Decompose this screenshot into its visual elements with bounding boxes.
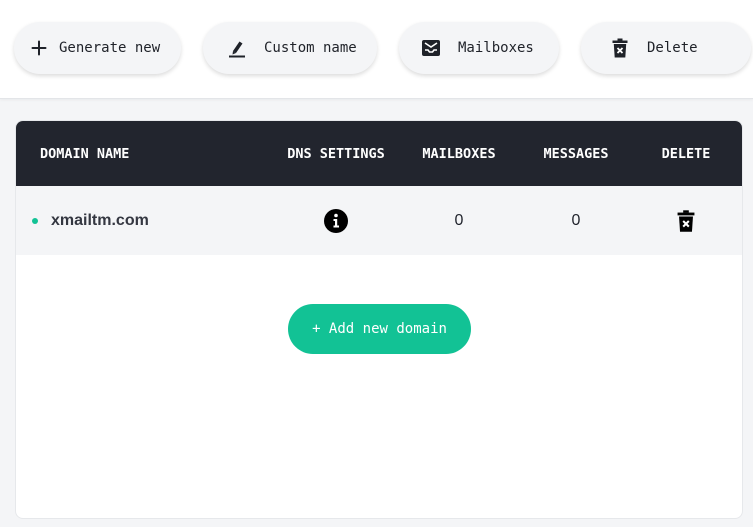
dns-settings-cell xyxy=(276,186,396,255)
trash-icon[interactable] xyxy=(677,209,695,233)
mailboxes-count: 0 xyxy=(454,211,464,229)
generate-new-button[interactable]: Generate new xyxy=(14,22,181,74)
plus-icon xyxy=(29,38,49,58)
status-dot xyxy=(32,217,38,224)
pen-icon xyxy=(227,38,247,58)
top-toolbar: Generate new Custom name Mailboxes Delet… xyxy=(0,0,753,99)
generate-new-label: Generate new xyxy=(59,40,161,56)
add-new-domain-button[interactable]: + Add new domain xyxy=(288,304,471,354)
header-delete: DELETE xyxy=(661,145,711,162)
messages-count: 0 xyxy=(571,211,581,229)
header-mailboxes: MAILBOXES xyxy=(422,145,496,162)
table-row: xmailtm.com 0 0 xyxy=(16,186,742,255)
domain-cell: xmailtm.com xyxy=(32,186,149,255)
header-dns-settings: DNS SETTINGS xyxy=(287,145,385,162)
delete-label: Delete xyxy=(647,40,698,56)
delete-button[interactable]: Delete xyxy=(581,22,751,74)
custom-name-button[interactable]: Custom name xyxy=(203,22,377,74)
header-messages: MESSAGES xyxy=(543,145,609,162)
domains-panel: DOMAIN NAME DNS SETTINGS MAILBOXES MESSA… xyxy=(15,120,743,519)
delete-domain-cell xyxy=(636,186,736,255)
info-icon[interactable] xyxy=(324,208,348,233)
mailboxes-label: Mailboxes xyxy=(458,40,534,56)
domain-name[interactable]: xmailtm.com xyxy=(51,212,149,230)
header-domain-name: DOMAIN NAME xyxy=(40,145,130,162)
mailboxes-button[interactable]: Mailboxes xyxy=(399,22,559,74)
inbox-icon xyxy=(421,38,441,58)
table-header: DOMAIN NAME DNS SETTINGS MAILBOXES MESSA… xyxy=(16,121,742,186)
custom-name-label: Custom name xyxy=(264,40,357,56)
trash-icon xyxy=(610,38,630,58)
